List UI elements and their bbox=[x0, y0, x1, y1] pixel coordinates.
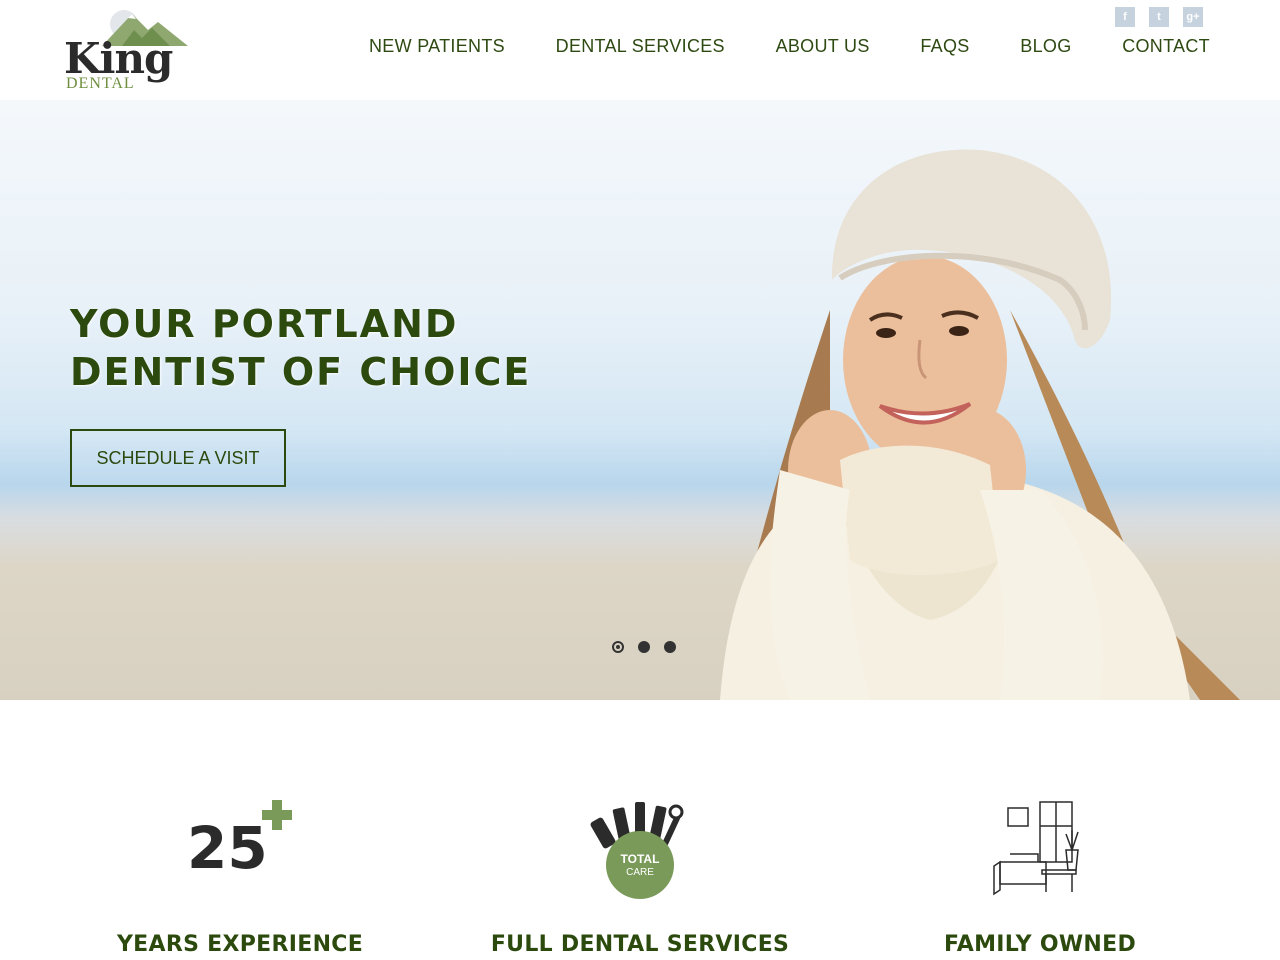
schedule-visit-button[interactable]: SCHEDULE A VISIT bbox=[70, 429, 286, 487]
logo-subtitle: DENTAL bbox=[66, 75, 135, 92]
hero-headline: YOUR PORTLAND DENTIST OF CHOICE bbox=[70, 300, 531, 396]
google-plus-icon[interactable]: g+ bbox=[1183, 7, 1203, 27]
slide-dot-1[interactable] bbox=[612, 641, 624, 653]
main-nav: NEW PATIENTS DENTAL SERVICES ABOUT US FA… bbox=[369, 36, 1210, 57]
nav-blog[interactable]: BLOG bbox=[1020, 36, 1071, 57]
hero-headline-line1: YOUR PORTLAND bbox=[70, 302, 459, 346]
care-text: CARE bbox=[626, 867, 654, 878]
twitter-icon[interactable]: t bbox=[1149, 7, 1169, 27]
nav-faqs[interactable]: FAQS bbox=[920, 36, 969, 57]
nav-contact[interactable]: CONTACT bbox=[1122, 36, 1210, 57]
feature-full-dental-services: TOTAL CARE FULL DENTAL SERVICES bbox=[440, 700, 840, 960]
slider-pagination bbox=[612, 641, 676, 653]
feature-label: FAMILY OWNED bbox=[943, 932, 1137, 957]
logo-wordmark: King bbox=[64, 34, 173, 83]
feature-years-experience: 25 YEARS EXPERIENCE bbox=[40, 700, 440, 960]
social-links: f t g+ bbox=[1115, 7, 1203, 27]
slide-dot-2[interactable] bbox=[638, 641, 650, 653]
feature-label: YEARS EXPERIENCE bbox=[116, 932, 364, 957]
25-plus-icon: 25 bbox=[187, 800, 292, 872]
king-dental-logo[interactable]: King DENTAL bbox=[62, 8, 192, 94]
25-number: 25 bbox=[187, 814, 268, 872]
hero-slider: YOUR PORTLAND DENTIST OF CHOICE SCHEDULE… bbox=[0, 100, 1280, 700]
features-section: 25 YEARS EXPERIENCE TOTAL CARE FULL DENT… bbox=[0, 700, 1280, 960]
site-header: King DENTAL f t g+ NEW PATIENTS DENTAL S… bbox=[0, 0, 1280, 100]
living-room-sketch-icon bbox=[993, 801, 1079, 896]
slide-dot-3[interactable] bbox=[664, 641, 676, 653]
total-text: TOTAL bbox=[621, 852, 660, 866]
feature-family-owned: FAMILY OWNED bbox=[840, 700, 1240, 960]
facebook-icon[interactable]: f bbox=[1115, 7, 1135, 27]
hero-headline-line2: DENTIST OF CHOICE bbox=[70, 350, 532, 394]
hero-woman-photo bbox=[720, 149, 1240, 700]
nav-about-us[interactable]: ABOUT US bbox=[776, 36, 870, 57]
nav-dental-services[interactable]: DENTAL SERVICES bbox=[556, 36, 725, 57]
nav-new-patients[interactable]: NEW PATIENTS bbox=[369, 36, 505, 57]
total-care-tools-icon: TOTAL CARE bbox=[590, 802, 684, 899]
feature-label: FULL DENTAL SERVICES bbox=[490, 932, 790, 957]
